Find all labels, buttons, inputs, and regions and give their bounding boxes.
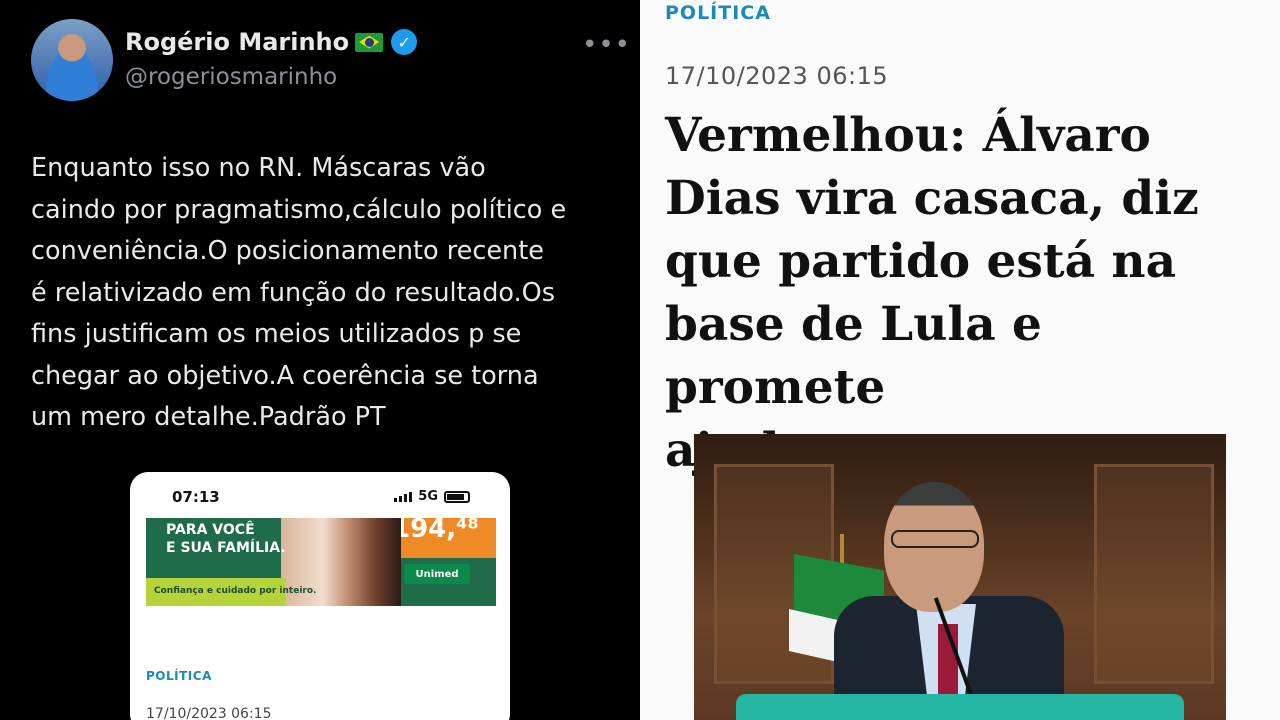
author-handle[interactable]: @rogeriosmarinho xyxy=(125,64,337,90)
ad-line-2: E SUA FAMÍLIA. xyxy=(166,540,286,556)
more-options-button[interactable]: ••• xyxy=(582,30,631,60)
author-name[interactable]: Rogério Marinho xyxy=(125,28,349,56)
ad-tagline: Confiança e cuidado por inteiro. xyxy=(154,586,317,596)
embedded-category: POLÍTICA xyxy=(146,669,212,683)
battery-icon xyxy=(444,490,470,503)
wood-panel xyxy=(1094,464,1214,684)
status-time: 07:13 xyxy=(172,488,220,506)
article-panel: POLÍTICA 17/10/2023 06:15 Vermelhou: Álv… xyxy=(640,0,1280,720)
cta-button[interactable] xyxy=(736,694,1184,720)
article-headline: Vermelhou: Álvaro Dias vira casaca, diz … xyxy=(665,108,1199,478)
ad-banner[interactable]: 194,⁴⁸ PARA VOCÊ E SUA FAMÍLIA. Confianç… xyxy=(146,518,496,606)
brazil-flag-icon xyxy=(355,32,384,52)
ad-line-1: PARA VOCÊ xyxy=(166,522,255,538)
article-category[interactable]: POLÍTICA xyxy=(665,2,771,24)
author-row: Rogério Marinho ✓ xyxy=(125,28,418,56)
verified-badge-icon: ✓ xyxy=(391,29,418,55)
tweet-text: Enquanto isso no RN. Máscaras vão caindo… xyxy=(31,153,567,432)
speaker-glasses xyxy=(891,530,979,548)
embedded-screenshot[interactable]: 07:13 5G 194,⁴⁸ PARA VOCÊ E SUA FAMÍLIA.… xyxy=(130,472,510,720)
ad-price: 194,⁴⁸ xyxy=(392,518,479,544)
status-icons: 5G xyxy=(394,489,470,504)
signal-icon xyxy=(394,491,413,502)
avatar[interactable] xyxy=(31,19,113,101)
article-date: 17/10/2023 06:15 xyxy=(665,62,889,90)
ad-logo: Unimed xyxy=(404,564,470,584)
tweet-panel: Rogério Marinho ✓ @rogeriosmarinho ••• E… xyxy=(0,0,640,720)
embedded-date: 17/10/2023 06:15 xyxy=(146,706,272,720)
article-photo xyxy=(694,434,1226,720)
network-label: 5G xyxy=(418,489,438,504)
